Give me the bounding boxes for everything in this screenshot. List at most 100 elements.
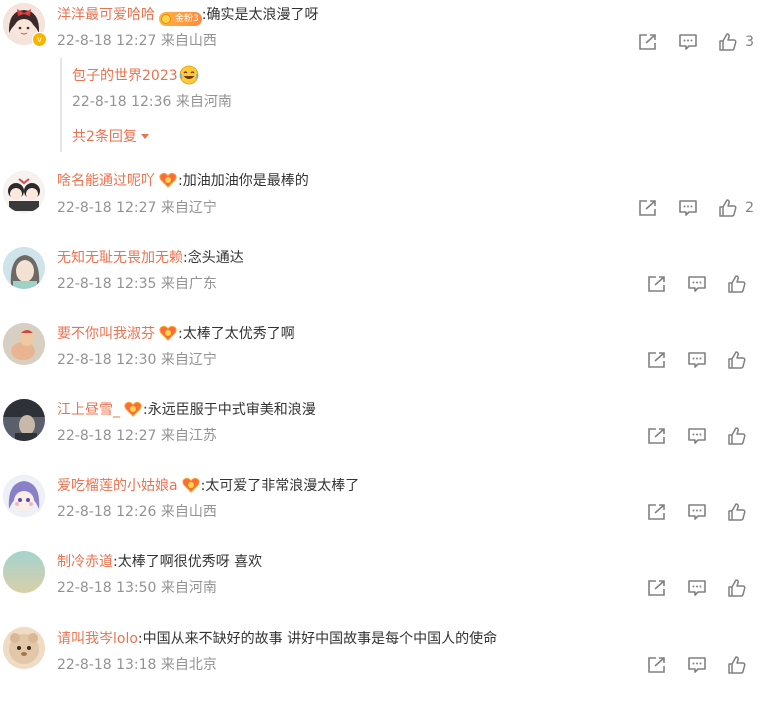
comment-username[interactable]: 请叫我岑lolo <box>57 631 138 647</box>
fan-heart-badge-icon <box>159 325 177 341</box>
more-replies-link[interactable]: 共2条回复 <box>72 128 149 146</box>
share-button[interactable] <box>647 656 667 674</box>
comment-text: :太棒了啊很优秀呀 喜欢 <box>113 554 263 570</box>
like-count: 2 <box>745 200 754 216</box>
reply-line: 包子的世界2023 <box>72 65 199 86</box>
comment-text: :确实是太浪漫了呀 <box>201 7 319 23</box>
comment-button[interactable] <box>678 33 698 51</box>
share-button[interactable] <box>638 199 658 217</box>
share-icon <box>648 580 665 596</box>
avatar[interactable] <box>3 247 45 289</box>
comment-icon <box>688 657 706 673</box>
share-icon <box>639 200 656 216</box>
comment-username[interactable]: 无知无耻无畏加无赖 <box>57 250 183 266</box>
comment-button[interactable] <box>687 427 707 445</box>
like-button[interactable] <box>727 503 754 521</box>
comment-icon <box>688 504 706 520</box>
share-icon <box>648 352 665 368</box>
comment-line: 无知无耻无畏加无赖:念头通达 <box>57 249 244 267</box>
share-button[interactable] <box>647 427 667 445</box>
thumbs-up-icon <box>719 33 737 51</box>
avatar-image <box>3 627 45 669</box>
reply-username[interactable]: 包子的世界2023 <box>72 68 178 84</box>
comment-text: :中国从来不缺好的故事 讲好中国故事是每个中国人的使命 <box>137 631 498 647</box>
comment-actions <box>627 350 754 370</box>
comment-button[interactable] <box>687 579 707 597</box>
share-icon <box>648 504 665 520</box>
comment-icon <box>679 34 697 50</box>
share-button[interactable] <box>647 503 667 521</box>
comment-username[interactable]: 要不你叫我淑芬 <box>57 326 155 342</box>
like-button[interactable] <box>727 275 754 293</box>
share-button[interactable] <box>638 33 658 51</box>
avatar[interactable] <box>3 475 45 517</box>
like-button[interactable]: 3 <box>718 33 754 51</box>
comment-username[interactable]: 江上昼雪_ <box>57 402 120 418</box>
thumbs-up-icon <box>728 275 746 293</box>
comment-username[interactable]: 洋洋最可爱哈哈 <box>57 7 155 23</box>
comment-button[interactable] <box>687 503 707 521</box>
comment-actions <box>627 578 754 598</box>
comment-username[interactable]: 爱吃榴莲的小姑娘a <box>57 478 178 494</box>
share-icon <box>648 276 665 292</box>
laughing-emoji-icon <box>179 65 199 85</box>
reply-thread: 包子的世界2023 22-8-18 12:36 来自河南 共2条回复 <box>60 58 562 152</box>
like-button[interactable] <box>727 427 754 445</box>
thumbs-up-icon <box>719 199 737 217</box>
thumbs-up-icon <box>728 351 746 369</box>
avatar[interactable] <box>3 551 45 593</box>
comment-meta: 22-8-18 13:18 来自北京 <box>57 657 217 673</box>
comment-meta: 22-8-18 12:35 来自广东 <box>57 276 217 292</box>
avatar-image <box>3 399 45 441</box>
caret-down-icon <box>140 134 149 139</box>
comment-actions <box>627 655 754 675</box>
avatar[interactable] <box>3 627 45 669</box>
comment-button[interactable] <box>678 199 698 217</box>
share-button[interactable] <box>647 351 667 369</box>
avatar[interactable] <box>3 171 45 213</box>
reply-meta: 22-8-18 12:36 来自河南 <box>72 94 232 110</box>
comment-icon <box>688 352 706 368</box>
comment-text: :加油加油你是最棒的 <box>178 173 309 189</box>
share-icon <box>639 34 656 50</box>
comment-meta: 22-8-18 13:50 来自河南 <box>57 580 217 596</box>
share-icon <box>648 428 665 444</box>
like-button[interactable] <box>727 579 754 597</box>
comment-line: 洋洋最可爱哈哈 金粉3:确实是太浪漫了呀 <box>57 6 318 26</box>
fan-heart-badge-icon <box>159 172 177 188</box>
comment-username[interactable]: 制冷赤道 <box>57 554 113 570</box>
comment-meta: 22-8-18 12:27 来自江苏 <box>57 428 217 444</box>
avatar[interactable] <box>3 399 45 441</box>
comment-meta: 22-8-18 12:27 来自山西 <box>57 33 217 49</box>
comment-username[interactable]: 啥名能通过呢吖 <box>57 173 155 189</box>
like-button[interactable] <box>727 656 754 674</box>
like-count: 3 <box>745 34 754 50</box>
comment-text: :永远臣服于中式审美和浪漫 <box>143 402 316 418</box>
comment-button[interactable] <box>687 656 707 674</box>
comment-meta: 22-8-18 12:26 来自山西 <box>57 504 217 520</box>
comment-icon <box>688 580 706 596</box>
comment-meta: 22-8-18 12:27 来自辽宁 <box>57 200 217 216</box>
comment-button[interactable] <box>687 351 707 369</box>
like-button[interactable]: 2 <box>718 199 754 217</box>
avatar-image <box>3 551 45 593</box>
thumbs-up-icon <box>728 427 746 445</box>
comment-icon <box>688 428 706 444</box>
comment-actions <box>627 426 754 446</box>
avatar-image <box>3 475 45 517</box>
thumbs-up-icon <box>728 579 746 597</box>
share-button[interactable] <box>647 275 667 293</box>
comment-text: :太可爱了非常浪漫太棒了 <box>200 478 360 494</box>
comment-button[interactable] <box>687 275 707 293</box>
comment-meta: 22-8-18 12:30 来自辽宁 <box>57 352 217 368</box>
avatar-image <box>3 323 45 365</box>
like-button[interactable] <box>727 351 754 369</box>
comment-line: 制冷赤道:太棒了啊很优秀呀 喜欢 <box>57 553 262 571</box>
avatar[interactable] <box>3 323 45 365</box>
fan-heart-badge-icon <box>181 477 200 493</box>
thumbs-up-icon <box>728 656 746 674</box>
comment-line: 啥名能通过呢吖 :加油加油你是最棒的 <box>57 172 309 190</box>
comment-line: 江上昼雪_ :永远臣服于中式审美和浪漫 <box>57 401 316 419</box>
comment-text: :太棒了太优秀了啊 <box>178 326 295 342</box>
share-button[interactable] <box>647 579 667 597</box>
